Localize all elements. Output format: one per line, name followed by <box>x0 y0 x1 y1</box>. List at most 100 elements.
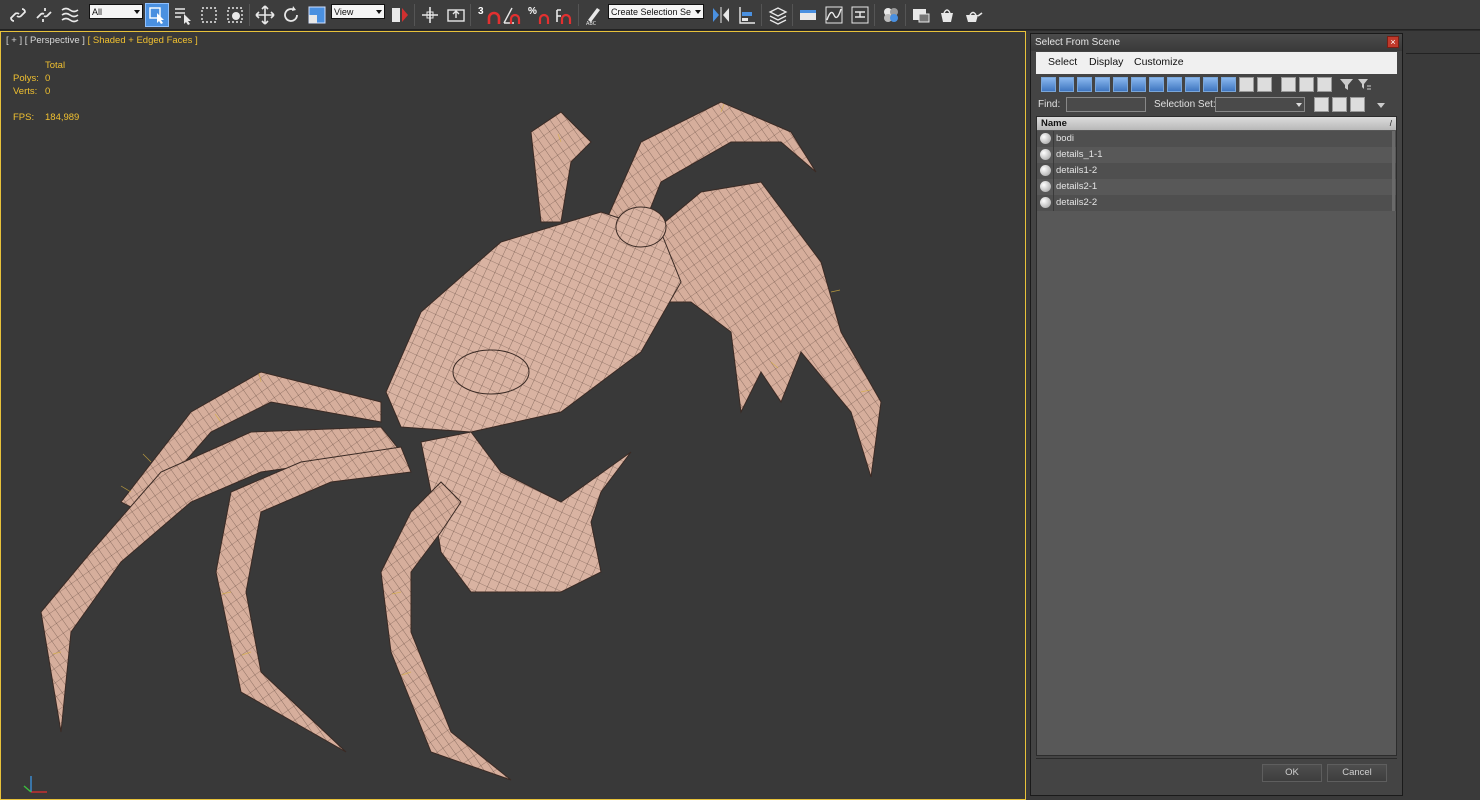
viewport-view-label[interactable]: [ Perspective ] <box>25 35 85 46</box>
display-shapes-icon[interactable] <box>1059 77 1074 92</box>
create-selection-set-icon[interactable] <box>1314 97 1329 112</box>
angle-snap-icon[interactable] <box>500 3 524 27</box>
cancel-button[interactable]: Cancel <box>1327 764 1387 782</box>
scene-object-list[interactable]: Name / bodi details_1-1 details1-2 detai… <box>1036 116 1397 756</box>
select-invert-icon[interactable] <box>1317 77 1332 92</box>
rect-selection-icon[interactable] <box>197 3 221 27</box>
display-bones-icon[interactable] <box>1185 77 1200 92</box>
pivot-icon[interactable] <box>388 3 412 27</box>
display-frozen-icon[interactable] <box>1221 77 1236 92</box>
display-hidden-icon[interactable] <box>1239 77 1254 92</box>
display-groups-icon[interactable] <box>1149 77 1164 92</box>
sort-indicator: / <box>1389 119 1392 128</box>
selection-set-label: Selection Set: <box>1154 99 1216 110</box>
link-icon[interactable] <box>6 3 30 27</box>
keyboard-shortcut-icon[interactable] <box>444 3 468 27</box>
stats-polys-label: Polys: <box>13 73 39 84</box>
dialog-filter-toolbar <box>1036 74 1397 96</box>
list-item[interactable]: details_1-1 <box>1037 147 1396 163</box>
lightbulb-icon[interactable] <box>1040 149 1051 160</box>
align-icon[interactable] <box>735 3 759 27</box>
lightbulb-icon[interactable] <box>1040 165 1051 176</box>
lightbulb-icon[interactable] <box>1040 133 1051 144</box>
menu-customize[interactable]: Customize <box>1134 56 1184 68</box>
remove-from-selection-set-icon[interactable] <box>1350 97 1365 112</box>
select-none-icon[interactable] <box>1299 77 1314 92</box>
display-spacewarps-icon[interactable] <box>1131 77 1146 92</box>
viewport-menu-plus[interactable]: [ + ] <box>6 35 22 46</box>
reference-coordinate-value: View <box>334 7 354 17</box>
toolbar-separator <box>874 4 875 26</box>
menu-display[interactable]: Display <box>1089 56 1123 68</box>
scale-icon[interactable] <box>305 3 329 27</box>
chevron-down-icon[interactable] <box>1376 102 1386 110</box>
move-icon[interactable] <box>253 3 277 27</box>
select-by-name-icon[interactable] <box>171 3 195 27</box>
find-input[interactable] <box>1066 97 1146 112</box>
render-icon[interactable] <box>961 3 985 27</box>
material-editor-icon[interactable] <box>879 3 903 27</box>
close-icon[interactable]: × <box>1387 36 1399 48</box>
stats-total-header: Total <box>45 60 66 71</box>
unlink-icon[interactable] <box>32 3 56 27</box>
stats-fps-label: FPS: <box>13 112 35 123</box>
display-geometry-icon[interactable] <box>1041 77 1056 92</box>
render-frame-icon[interactable] <box>935 3 959 27</box>
list-item-name: bodi <box>1056 133 1074 144</box>
find-label: Find: <box>1038 99 1061 110</box>
edit-named-selection-icon[interactable]: ABC <box>582 3 606 27</box>
list-scrollbar[interactable] <box>1392 131 1395 211</box>
stats-verts-label: Verts: <box>13 86 38 97</box>
list-item[interactable]: details1-2 <box>1037 163 1396 179</box>
select-object-icon[interactable] <box>145 3 169 27</box>
list-header-name[interactable]: Name / <box>1037 117 1396 130</box>
reference-coordinate-dropdown[interactable]: View <box>331 4 385 19</box>
percent-snap-icon[interactable] <box>530 3 554 27</box>
selection-set-dropdown[interactable] <box>1215 97 1305 112</box>
window-crossing-icon[interactable] <box>223 3 247 27</box>
filter-icon[interactable] <box>1339 77 1354 92</box>
display-all-icon[interactable] <box>1257 77 1272 92</box>
select-all-icon[interactable] <box>1281 77 1296 92</box>
toolbar-separator <box>414 4 415 26</box>
list-item[interactable]: bodi <box>1037 131 1396 147</box>
rotate-icon[interactable] <box>279 3 303 27</box>
mirror-icon[interactable] <box>709 3 733 27</box>
ok-button[interactable]: OK <box>1262 764 1322 782</box>
layer-manager-icon[interactable] <box>766 3 790 27</box>
lightbulb-icon[interactable] <box>1040 181 1051 192</box>
lightbulb-icon[interactable] <box>1040 197 1051 208</box>
display-xrefs-icon[interactable] <box>1167 77 1182 92</box>
manipulate-icon[interactable] <box>418 3 442 27</box>
display-helpers-icon[interactable] <box>1113 77 1128 92</box>
curve-editor-icon[interactable] <box>822 3 846 27</box>
dialog-footer: OK Cancel <box>1036 758 1397 793</box>
add-to-selection-set-icon[interactable] <box>1332 97 1347 112</box>
bind-spacewarp-icon[interactable] <box>58 3 82 27</box>
named-selection-value: Create Selection Se <box>611 7 692 17</box>
dialog-menu-bar: Select Display Customize <box>1036 52 1397 74</box>
dialog-title-bar[interactable]: Select From Scene × <box>1031 34 1402 51</box>
render-setup-icon[interactable] <box>909 3 933 27</box>
perspective-viewport[interactable]: [ + ] [ Perspective ] [ Shaded + Edged F… <box>0 31 1026 800</box>
schematic-view-icon[interactable] <box>848 3 872 27</box>
named-selection-dropdown[interactable]: Create Selection Se <box>608 4 704 19</box>
selection-filter-dropdown[interactable]: All <box>89 4 143 19</box>
display-containers-icon[interactable] <box>1203 77 1218 92</box>
viewport-label[interactable]: [ + ] [ Perspective ] [ Shaded + Edged F… <box>6 35 198 46</box>
list-item-name: details2-2 <box>1056 197 1098 208</box>
crab-model[interactable] <box>1 32 1025 799</box>
display-cameras-icon[interactable] <box>1095 77 1110 92</box>
display-lights-icon[interactable] <box>1077 77 1092 92</box>
axis-gizmo-icon <box>23 776 47 793</box>
viewport-shading-label[interactable]: [ Shaded + Edged Faces ] <box>88 35 198 46</box>
main-toolbar: All View 3 % ABC Create Selection Se <box>0 0 1480 30</box>
toolbar-separator <box>249 4 250 26</box>
list-item[interactable]: details2-2 <box>1037 195 1396 211</box>
close-glyph: × <box>1390 37 1396 47</box>
menu-select[interactable]: Select <box>1048 56 1077 68</box>
list-item[interactable]: details2-1 <box>1037 179 1396 195</box>
filter-options-icon[interactable] <box>1357 77 1372 92</box>
spinner-snap-icon[interactable] <box>552 3 576 27</box>
graphite-ribbon-icon[interactable] <box>796 3 820 27</box>
